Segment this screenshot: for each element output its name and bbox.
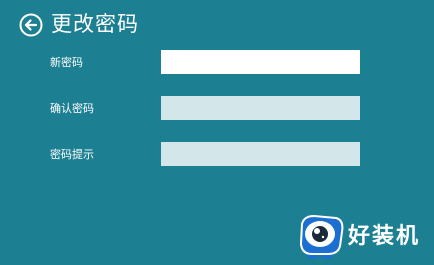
- password-hint-label: 密码提示: [50, 148, 94, 161]
- password-hint-input[interactable]: [161, 142, 360, 166]
- back-button[interactable]: [19, 13, 43, 37]
- new-password-input[interactable]: [161, 50, 360, 74]
- watermark: 好装机: [296, 212, 430, 262]
- page-title: 更改密码: [51, 12, 139, 36]
- new-password-label: 新密码: [50, 56, 83, 69]
- mascot-logo-icon: [299, 214, 344, 259]
- confirm-password-label: 确认密码: [50, 102, 94, 115]
- confirm-password-input[interactable]: [161, 96, 360, 120]
- watermark-text: 好装机: [348, 224, 421, 249]
- back-arrow-icon: [19, 13, 43, 37]
- change-password-screen: 更改密码 新密码 确认密码 密码提示 好装机: [0, 0, 434, 265]
